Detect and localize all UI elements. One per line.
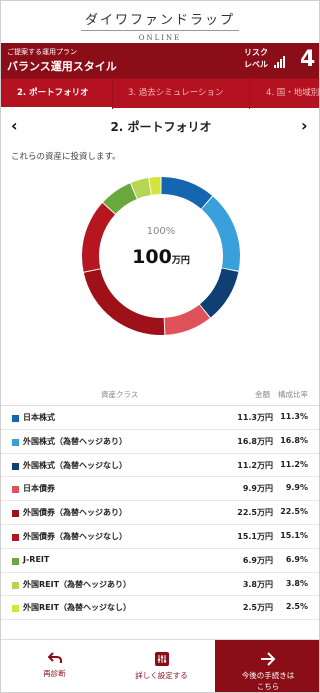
donut-slice: [149, 177, 161, 195]
table-row: 外国債券（為替ヘッジなし） 15.1万円 15.1%: [1, 525, 319, 549]
detail-settings-button[interactable]: 詳しく設定する: [108, 640, 215, 692]
table-row: 外国REIT（為替ヘッジあり） 3.8万円 3.8%: [1, 573, 319, 597]
donut-slice: [161, 177, 213, 209]
app-frame: ダイワファンドラップ ONLINE ご提案する運用プラン バランス運用スタイル …: [0, 0, 320, 693]
allocation-donut-chart: 100% 100万円: [1, 164, 319, 374]
color-swatch: [12, 533, 19, 541]
asset-ratio: 3.8%: [285, 578, 308, 588]
asset-amount: 11.3万円: [237, 413, 273, 422]
asset-name: 外国債券（為替ヘッジなし）: [23, 531, 127, 541]
table-row: J-REIT 6.9万円 6.9%: [1, 549, 319, 573]
asset-name: 外国REIT（為替ヘッジあり）: [23, 579, 132, 589]
table-row: 日本債券 9.9万円 9.9%: [1, 477, 319, 502]
donut-slice: [199, 268, 239, 318]
brand-sub: ONLINE: [138, 34, 182, 42]
asset-name: 日本株式: [23, 413, 55, 422]
asset-amount: 3.8万円: [242, 579, 273, 589]
section-title: 2. ポートフォリオ: [110, 120, 212, 134]
asset-ratio: 9.9%: [285, 483, 308, 493]
color-swatch: [12, 415, 19, 422]
table-row: 外国債券（為替ヘッジあり） 22.5万円 22.5%: [1, 501, 319, 525]
donut-slice: [164, 304, 210, 335]
brand-header: ダイワファンドラップ ONLINE: [1, 1, 319, 43]
rediagnose-button[interactable]: 再診断: [1, 640, 108, 692]
table-header: 資産クラス 金額 構成比率: [1, 384, 319, 406]
asset-amount: 15.1万円: [237, 531, 273, 541]
asset-amount: 11.2万円: [237, 460, 273, 470]
asset-name: 外国債券（為替ヘッジあり）: [23, 508, 127, 518]
signal-bars-icon: [274, 56, 286, 68]
next-arrow-icon[interactable]: ›: [301, 116, 308, 135]
color-swatch: [12, 510, 19, 518]
header-asset-class: 資産クラス: [101, 390, 139, 399]
total-amount: 100万円: [132, 246, 190, 268]
allocation-table: 日本株式 11.3万円 11.3% 外国株式（為替ヘッジあり） 16.8万円 16.8% 外…: [1, 406, 319, 621]
tab-country-region[interactable]: 4. 国・地域別: [266, 79, 319, 109]
table-row: 外国株式（為替ヘッジあり） 16.8万円 16.8%: [1, 430, 319, 454]
donut-slice: [83, 269, 165, 336]
asset-ratio: 22.5%: [280, 507, 308, 517]
sliders-icon: [154, 652, 169, 666]
step-tabs: 2. ポートフォリオ 3. 過去シミュレーション 4. 国・地域別: [1, 78, 319, 109]
color-swatch: [12, 605, 19, 613]
color-swatch: [12, 581, 19, 589]
asset-name: J-REIT: [23, 554, 50, 564]
asset-name: 外国株式（為替ヘッジなし）: [23, 460, 127, 470]
tab-past-simulation[interactable]: 3. 過去シミュレーション: [128, 79, 223, 109]
risk-label: リスク レベル: [244, 48, 268, 69]
plan-name: バランス運用スタイル: [7, 60, 117, 73]
next-procedure-button[interactable]: 今後の手続きは こちら: [215, 640, 319, 692]
section-nav: ‹ 2. ポートフォリオ ›: [1, 110, 319, 140]
asset-name: 外国株式（為替ヘッジあり）: [23, 436, 127, 446]
asset-ratio: 11.2%: [280, 459, 308, 469]
asset-ratio: 15.1%: [280, 530, 308, 540]
color-swatch: [12, 462, 19, 470]
asset-amount: 9.9万円: [242, 484, 273, 494]
asset-ratio: 6.9%: [285, 554, 308, 564]
header-amount: 金額: [255, 390, 270, 399]
color-swatch: [12, 438, 19, 446]
asset-amount: 2.5万円: [242, 603, 273, 613]
table-row: 日本株式 11.3万円 11.3%: [1, 406, 319, 430]
color-swatch: [12, 557, 19, 565]
total-percent: 100%: [146, 226, 176, 237]
table-row: 外国REIT（為替ヘッジなし） 2.5万円 2.5%: [1, 596, 319, 621]
undo-arrow-icon: [47, 652, 62, 663]
color-swatch: [12, 486, 19, 494]
footer-actions: 再診断 詳しく設定する 今後の手続きは こちら: [1, 639, 319, 692]
risk-level-value: 4: [300, 47, 316, 72]
asset-name: 日本債券: [23, 484, 55, 494]
plan-caption: ご提案する運用プラン: [7, 48, 77, 56]
arrow-right-icon: [261, 652, 276, 666]
asset-name: 外国REIT（為替ヘッジなし）: [23, 603, 132, 613]
plan-bar: ご提案する運用プラン バランス運用スタイル リスク レベル 4: [1, 43, 319, 78]
asset-amount: 22.5万円: [237, 508, 273, 518]
asset-amount: 6.9万円: [242, 555, 273, 565]
asset-amount: 16.8万円: [237, 436, 273, 446]
brand-logo: ダイワファンドラップ: [80, 9, 239, 31]
header-ratio: 構成比率: [278, 390, 308, 399]
asset-ratio: 11.3%: [280, 412, 308, 421]
donut-svg: [81, 177, 240, 336]
tab-portfolio[interactable]: 2. ポートフォリオ: [1, 79, 112, 109]
asset-ratio: 2.5%: [285, 602, 308, 612]
section-description: これらの資産に投資します。: [11, 152, 121, 162]
table-row: 外国株式（為替ヘッジなし） 11.2万円 11.2%: [1, 454, 319, 478]
asset-ratio: 16.8%: [280, 435, 308, 445]
